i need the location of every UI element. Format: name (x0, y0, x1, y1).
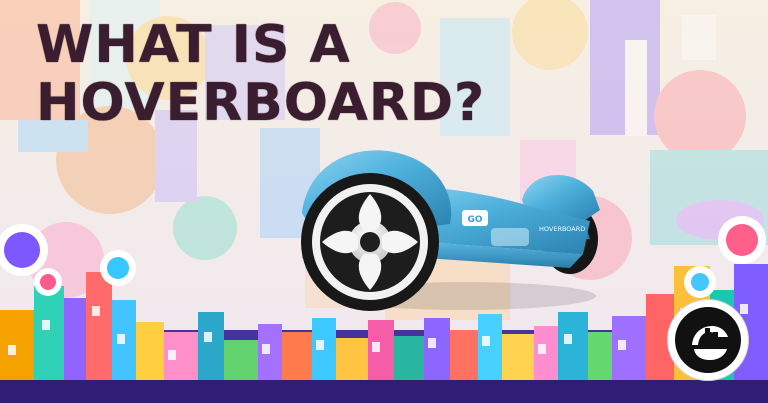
hoverboard-image: GO HOVERBOARD (301, 150, 600, 311)
page-title: WHAT IS A HOVERBOARD? (36, 16, 485, 132)
hero-banner: WHAT IS A HOVERBOARD? GO HOVERBOARD (0, 0, 768, 403)
brand-logo-icon (675, 307, 741, 373)
brand-logo (668, 300, 748, 380)
title-line-1: WHAT IS A (36, 15, 351, 75)
side-text: HOVERBOARD (539, 225, 585, 233)
brand-badge-text: GO (467, 215, 482, 225)
